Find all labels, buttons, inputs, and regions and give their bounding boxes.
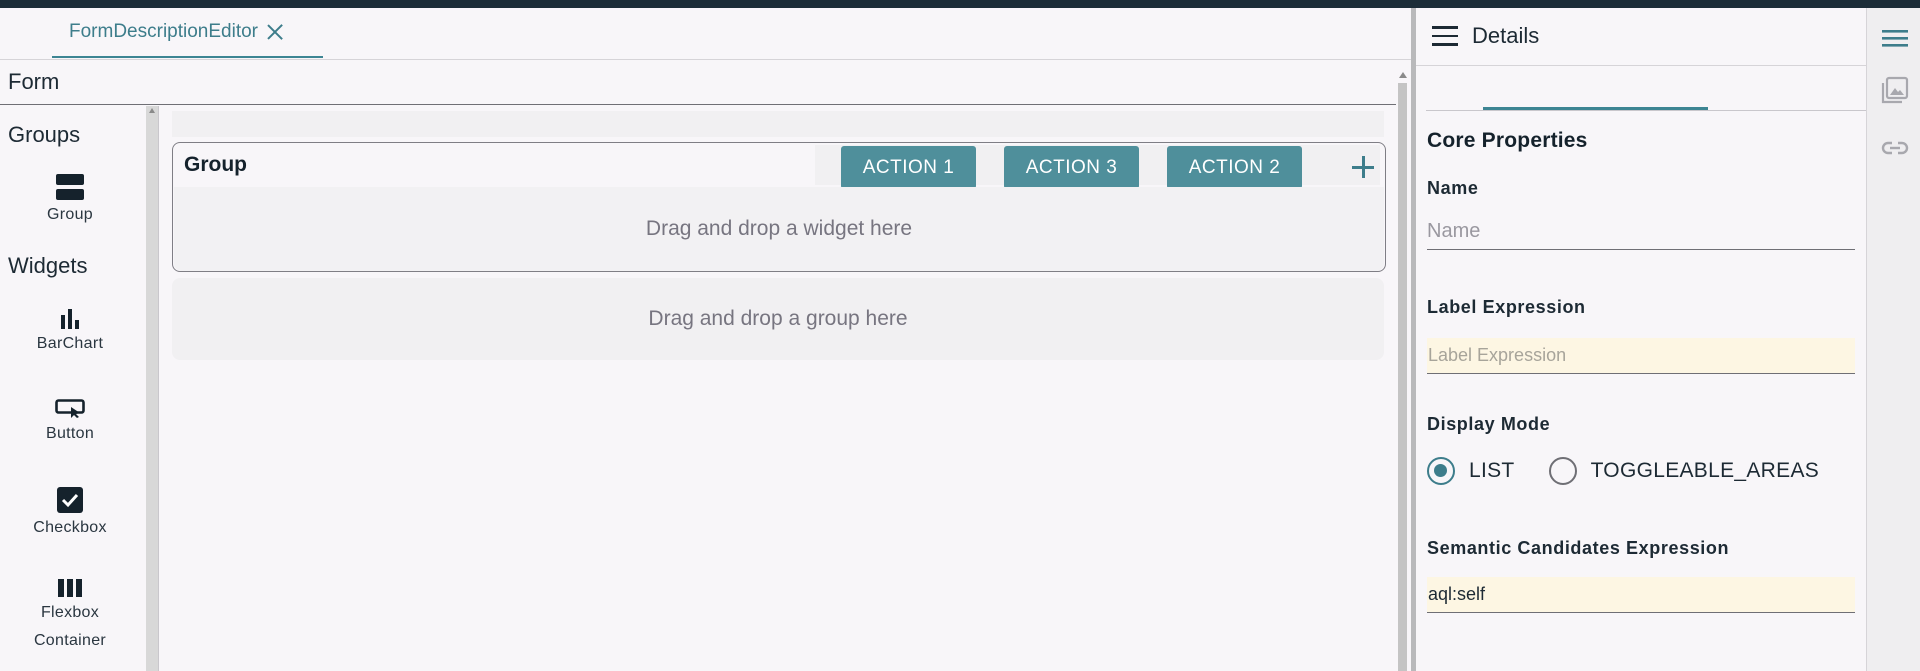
group-title: Group (184, 153, 247, 176)
details-tab-bar (1426, 110, 1866, 111)
menu-icon[interactable] (1881, 24, 1909, 52)
action-2-button[interactable]: ACTION 2 (1167, 146, 1302, 189)
semantic-candidates-label: Semantic Candidates Expression (1427, 538, 1730, 558)
form-canvas: Group ACTION 1 ACTION 3 ACTION 2 Drag an… (170, 111, 1386, 671)
palette-item-button[interactable]: Button (0, 399, 140, 443)
image-icon[interactable] (1881, 76, 1909, 104)
tab-label: FormDescriptionEditor (69, 21, 258, 42)
group-icon (56, 174, 84, 200)
palette-item-checkbox[interactable]: Checkbox (0, 487, 140, 537)
details-title: Details (1472, 23, 1540, 48)
editor-scrollbar[interactable] (1396, 70, 1408, 671)
palette-item-label: Group (47, 206, 93, 223)
palette-item-group[interactable]: Group (0, 174, 140, 224)
palette-item-barchart[interactable]: BarChart (0, 309, 140, 353)
radio-toggleable-areas[interactable] (1548, 457, 1577, 485)
checkbox-icon (57, 487, 83, 513)
palette-widgets-heading: Widgets (8, 253, 88, 278)
display-mode-radio-group: LIST TOGGLEABLE_AREAS (1427, 457, 1819, 485)
palette-item-label: Checkbox (33, 519, 107, 536)
link-icon[interactable] (1881, 134, 1909, 162)
scrollbar-thumb[interactable] (1398, 83, 1407, 671)
core-properties-title: Core Properties (1427, 129, 1588, 152)
radio-toggleable-areas-label[interactable]: TOGGLEABLE_AREAS (1591, 459, 1820, 483)
details-header: Details (1416, 8, 1866, 66)
group-drop-zone[interactable]: Drag and drop a group here (172, 278, 1384, 360)
top-drop-zone[interactable] (172, 111, 1384, 137)
add-action-icon[interactable] (1351, 155, 1375, 179)
palette-item-flexbox-container[interactable]: Flexbox Container (0, 579, 140, 655)
top-bar (0, 0, 1920, 8)
tab-form-description-editor[interactable]: FormDescriptionEditor (52, 8, 323, 58)
scroll-up-arrow-icon[interactable] (149, 108, 155, 113)
display-mode-label: Display Mode (1427, 414, 1551, 434)
scroll-up-arrow-icon[interactable] (1399, 72, 1407, 78)
form-description-editor: FormDescriptionEditor Form Groups Group … (0, 8, 1411, 671)
editor-tab-strip: FormDescriptionEditor (0, 8, 1411, 60)
details-tab-active[interactable] (1483, 107, 1708, 110)
widget-palette: Groups Group Widgets BarChart Button Che… (0, 106, 146, 671)
details-panel: Details Core Properties Name Label Expre… (1416, 8, 1866, 671)
menu-icon[interactable] (1432, 26, 1458, 46)
palette-scrollbar[interactable] (146, 106, 158, 671)
form-header: Form (0, 60, 1396, 105)
label-expression-label: Label Expression (1427, 297, 1586, 317)
close-icon[interactable] (264, 21, 286, 43)
palette-item-label: Container (33, 632, 107, 649)
palette-item-label: Flexbox (40, 604, 100, 621)
action-1-button[interactable]: ACTION 1 (841, 146, 976, 189)
flexbox-icon (58, 579, 82, 597)
palette-divider (158, 106, 159, 671)
right-rail (1866, 8, 1920, 671)
group-toolbar: ACTION 1 ACTION 3 ACTION 2 (815, 145, 1380, 189)
action-3-button[interactable]: ACTION 3 (1004, 146, 1139, 189)
palette-groups-heading: Groups (8, 122, 81, 147)
name-label: Name (1427, 178, 1479, 198)
name-field[interactable] (1427, 214, 1855, 250)
label-expression-field[interactable] (1427, 338, 1855, 374)
button-icon (55, 399, 85, 418)
bar-chart-icon (61, 309, 79, 329)
radio-list-label[interactable]: LIST (1469, 459, 1515, 483)
palette-item-label: BarChart (36, 335, 104, 352)
group-card[interactable]: Group ACTION 1 ACTION 3 ACTION 2 Drag an… (172, 142, 1386, 272)
palette-item-label: Button (45, 425, 95, 442)
semantic-candidates-field[interactable] (1427, 577, 1855, 613)
widget-drop-zone[interactable]: Drag and drop a widget here (174, 187, 1384, 271)
radio-list[interactable] (1427, 457, 1455, 485)
